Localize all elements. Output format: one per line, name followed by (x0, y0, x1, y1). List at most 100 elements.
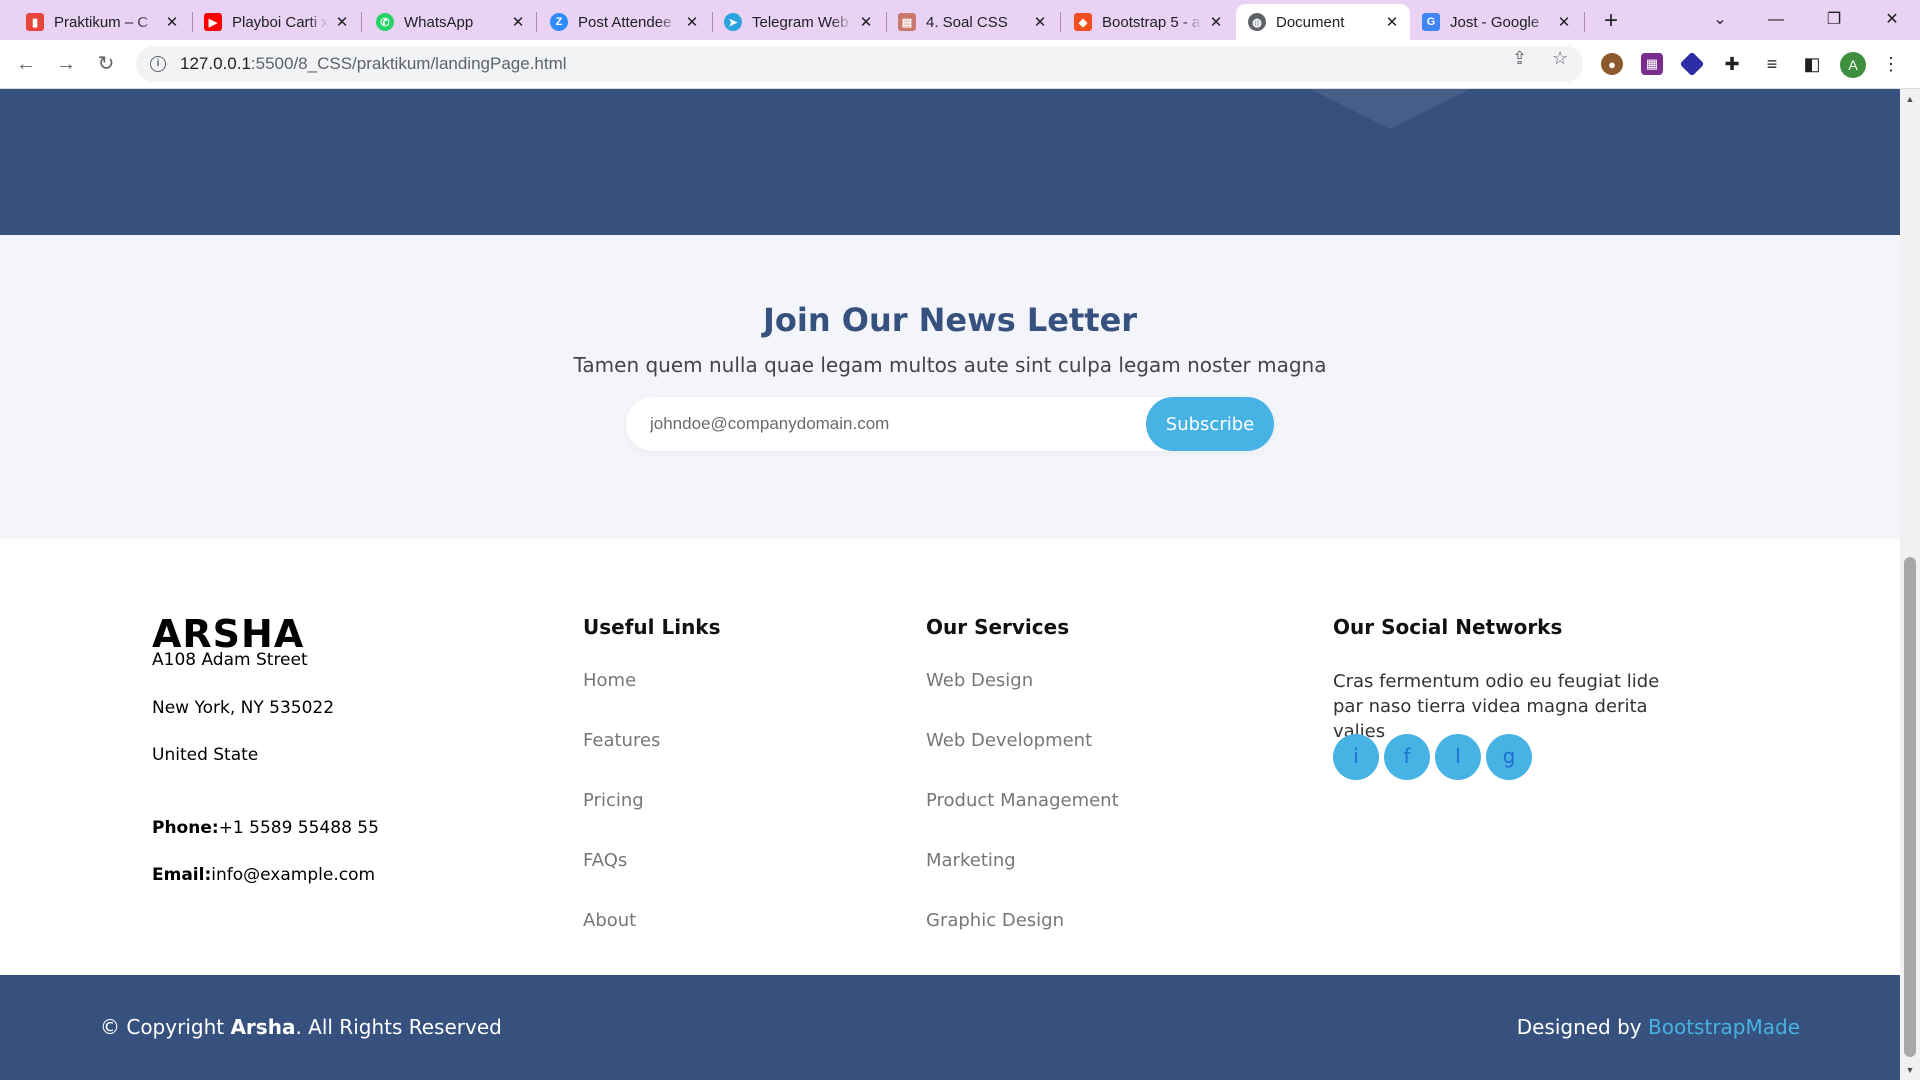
footer-bottom: © Copyright Arsha. All Rights Reserved D… (0, 975, 1900, 1080)
address-line: A108 Adam Street (152, 650, 308, 670)
footer-link-pricing[interactable]: Pricing (583, 790, 644, 811)
youtube-icon: ▶ (204, 13, 222, 31)
reload-icon[interactable]: ↻ (92, 50, 120, 78)
designer-credit: Designed by BootstrapMade (1516, 1015, 1800, 1039)
puzzle-icon[interactable]: ✚ (1721, 53, 1743, 75)
side-panel-icon[interactable]: ◧ (1801, 53, 1823, 75)
media-control-icon[interactable]: ≡ (1761, 53, 1783, 75)
whatsapp-icon: ✆ (376, 13, 394, 31)
tab-search-icon[interactable]: ⌄ (1692, 0, 1748, 40)
tab-title: Praktikum – C (54, 13, 149, 31)
globe-icon: ◍ (1248, 13, 1266, 31)
footer-link-about[interactable]: About (583, 910, 636, 931)
scroll-thumb[interactable] (1904, 557, 1916, 1057)
service-link-web-development[interactable]: Web Development (926, 730, 1092, 751)
share-icon[interactable]: ⇪ (1512, 48, 1527, 69)
tab-divider (361, 12, 362, 32)
site-info-icon[interactable]: i (150, 56, 166, 72)
email-field[interactable] (650, 397, 1130, 451)
tab-document[interactable]: ◍ Document ✕ (1236, 4, 1410, 40)
scroll-down-arrow-icon[interactable]: ▼ (1900, 1062, 1920, 1078)
back-icon[interactable]: ← (12, 50, 40, 78)
close-window-icon[interactable]: ✕ (1864, 0, 1920, 40)
address-bar[interactable]: i 127.0.0.1:5500/8_CSS/praktikum/landing… (136, 46, 1583, 82)
bookmark-star-icon[interactable]: ☆ (1552, 48, 1568, 69)
close-icon[interactable]: ✕ (1384, 13, 1400, 31)
close-icon[interactable]: ✕ (858, 13, 874, 31)
close-icon[interactable]: ✕ (1556, 13, 1572, 31)
browser-toolbar: ← → ↻ i 127.0.0.1:5500/8_CSS/praktikum/l… (0, 40, 1920, 89)
tab-divider (536, 12, 537, 32)
cookie-extension-icon[interactable]: ● (1601, 53, 1623, 75)
tab-telegram[interactable]: ➤ Telegram Web ✕ (712, 4, 884, 40)
google-fonts-icon: G (1422, 13, 1440, 31)
tab-divider (1584, 12, 1585, 32)
minimize-icon[interactable]: — (1748, 0, 1804, 40)
email-line: Email:info@example.com (152, 865, 376, 885)
close-icon[interactable]: ✕ (1032, 13, 1048, 31)
tab-divider (1060, 12, 1061, 32)
service-link-product-management[interactable]: Product Management (926, 790, 1119, 811)
hero-section-bottom (0, 89, 1900, 235)
tab-praktikum[interactable]: ▮ Praktikum – C ✕ (14, 4, 190, 40)
linkedin-button[interactable]: l (1435, 734, 1481, 780)
close-icon[interactable]: ✕ (164, 13, 180, 31)
newsletter-subtitle: Tamen quem nulla quae legam multos aute … (573, 353, 1327, 377)
address-line: New York, NY 535022 (152, 698, 335, 718)
service-link-marketing[interactable]: Marketing (926, 850, 1016, 871)
facebook-button[interactable]: f (1384, 734, 1430, 780)
page-scrollbar[interactable]: ▲ ▼ (1900, 89, 1920, 1080)
newsletter-form: Subscribe (626, 397, 1274, 451)
service-link-graphic-design[interactable]: Graphic Design (926, 910, 1064, 931)
address-line: United State (152, 745, 259, 765)
layers-extension-icon[interactable] (1679, 51, 1705, 77)
profile-avatar[interactable]: A (1840, 52, 1866, 78)
tab-title: Jost - Google (1450, 13, 1540, 31)
bootstrapmade-link[interactable]: BootstrapMade (1648, 1015, 1800, 1039)
tab-whatsapp[interactable]: ✆ WhatsApp ✕ (364, 4, 536, 40)
extension-icon[interactable]: ▦ (1641, 53, 1663, 75)
tab-title: 4. Soal CSS (926, 13, 1008, 31)
tab-title: Post Attendee (578, 13, 672, 31)
tab-zoom[interactable]: Z Post Attendee ✕ (538, 4, 710, 40)
footer-link-home[interactable]: Home (583, 670, 636, 691)
google-button[interactable]: g (1486, 734, 1532, 780)
menu-kebab-icon[interactable]: ⋮ (1880, 53, 1902, 75)
social-heading: Our Social Networks (1333, 615, 1563, 639)
footer-link-features[interactable]: Features (583, 730, 660, 751)
url-text: 127.0.0.1:5500/8_CSS/praktikum/landingPa… (180, 54, 567, 73)
tab-strip: ▮ Praktikum – C ✕ ▶ Playboi Carti x ✕ ✆ … (0, 0, 1920, 40)
subscribe-button[interactable]: Subscribe (1146, 397, 1274, 451)
praktikum-icon: ▮ (26, 13, 44, 31)
forward-icon[interactable]: → (52, 50, 80, 78)
hero-decoration (1310, 89, 1470, 129)
tab-jost-google[interactable]: G Jost - Google ✕ (1410, 4, 1582, 40)
scroll-up-arrow-icon[interactable]: ▲ (1900, 91, 1920, 107)
tab-soal-css[interactable]: ▤ 4. Soal CSS ✕ (886, 4, 1058, 40)
tab-bootstrap[interactable]: ◆ Bootstrap 5 - a ✕ (1062, 4, 1234, 40)
restore-icon[interactable]: ❐ (1806, 0, 1862, 40)
zoom-icon: Z (550, 13, 568, 31)
tab-youtube[interactable]: ▶ Playboi Carti x ✕ (192, 4, 360, 40)
newsletter-title: Join Our News Letter (762, 301, 1138, 339)
newsletter-section: Join Our News Letter Tamen quem nulla qu… (0, 235, 1900, 539)
figma-icon: ◆ (1074, 13, 1092, 31)
tab-title: WhatsApp (404, 13, 474, 31)
close-icon[interactable]: ✕ (684, 13, 700, 31)
tab-title: Document (1276, 13, 1345, 31)
close-icon[interactable]: ✕ (334, 13, 350, 31)
document-icon: ▤ (898, 13, 916, 31)
close-icon[interactable]: ✕ (510, 13, 526, 31)
service-link-web-design[interactable]: Web Design (926, 670, 1033, 691)
tab-title: Bootstrap 5 - a (1102, 13, 1201, 31)
copyright-text: © Copyright Arsha. All Rights Reserved (100, 1015, 502, 1039)
instagram-button[interactable]: i (1333, 734, 1379, 780)
footer-top: ARSHA A108 Adam Street New York, NY 5350… (0, 539, 1900, 975)
close-icon[interactable]: ✕ (1208, 13, 1224, 31)
phone-line: Phone:+1 5589 55488 55 (152, 818, 379, 838)
new-tab-button[interactable]: + (1596, 6, 1626, 36)
social-description: Cras fermentum odio eu feugiat lide par … (1333, 671, 1660, 742)
telegram-icon: ➤ (724, 13, 742, 31)
footer-link-faqs[interactable]: FAQs (583, 850, 627, 871)
useful-links-heading: Useful Links (583, 615, 721, 639)
